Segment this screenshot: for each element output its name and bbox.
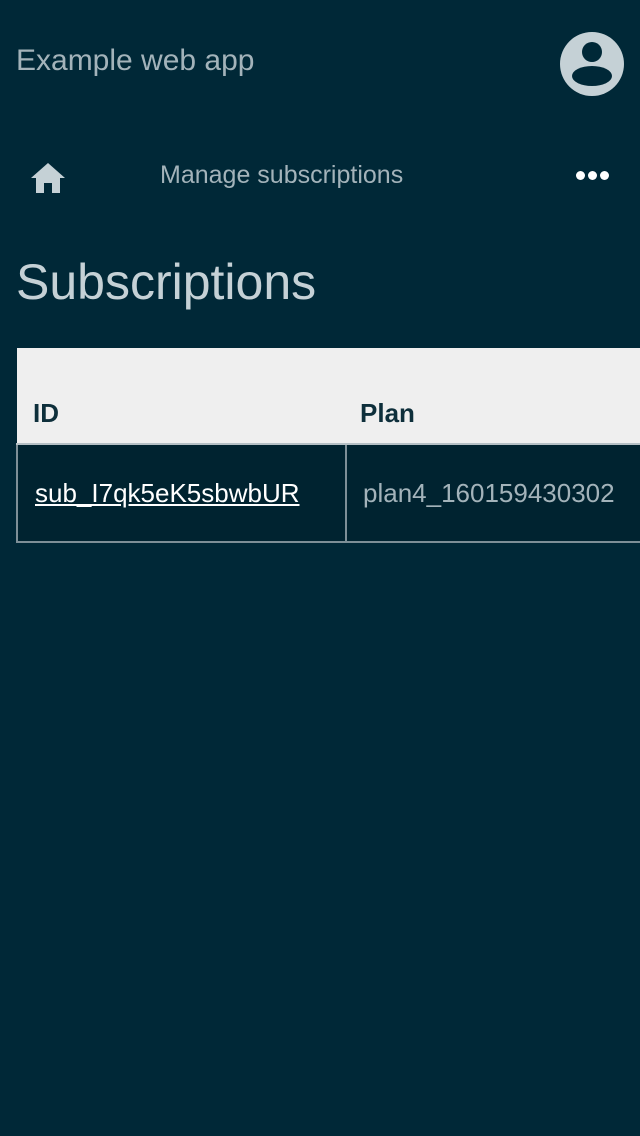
breadcrumb: Manage subscriptions: [160, 161, 404, 189]
column-header-plan: Plan: [346, 348, 640, 445]
table-header-row: ID Plan: [17, 348, 640, 445]
subscription-plan-cell: plan4_160159430302: [346, 444, 640, 543]
home-icon: [31, 163, 65, 193]
subscriptions-table-container[interactable]: ID Plan sub_I7qk5eK5sbwbUR plan4_1601594…: [16, 348, 640, 544]
more-options-button[interactable]: [566, 154, 618, 198]
page-title: Subscriptions: [16, 254, 317, 310]
app-header: Example web app: [0, 0, 640, 124]
table-row: sub_I7qk5eK5sbwbUR plan4_160159430302: [16, 444, 640, 543]
subscription-id-link[interactable]: sub_I7qk5eK5sbwbUR: [35, 478, 300, 508]
nav-bar: Manage subscriptions: [0, 140, 640, 210]
subscriptions-table: ID Plan sub_I7qk5eK5sbwbUR plan4_1601594…: [16, 348, 640, 543]
subscription-id-cell: sub_I7qk5eK5sbwbUR: [16, 444, 347, 543]
app-title: Example web app: [16, 44, 255, 77]
more-horizontal-icon: [576, 171, 585, 180]
column-header-id: ID: [17, 348, 346, 445]
home-button[interactable]: [20, 148, 76, 204]
account-circle-icon[interactable]: [560, 32, 624, 96]
